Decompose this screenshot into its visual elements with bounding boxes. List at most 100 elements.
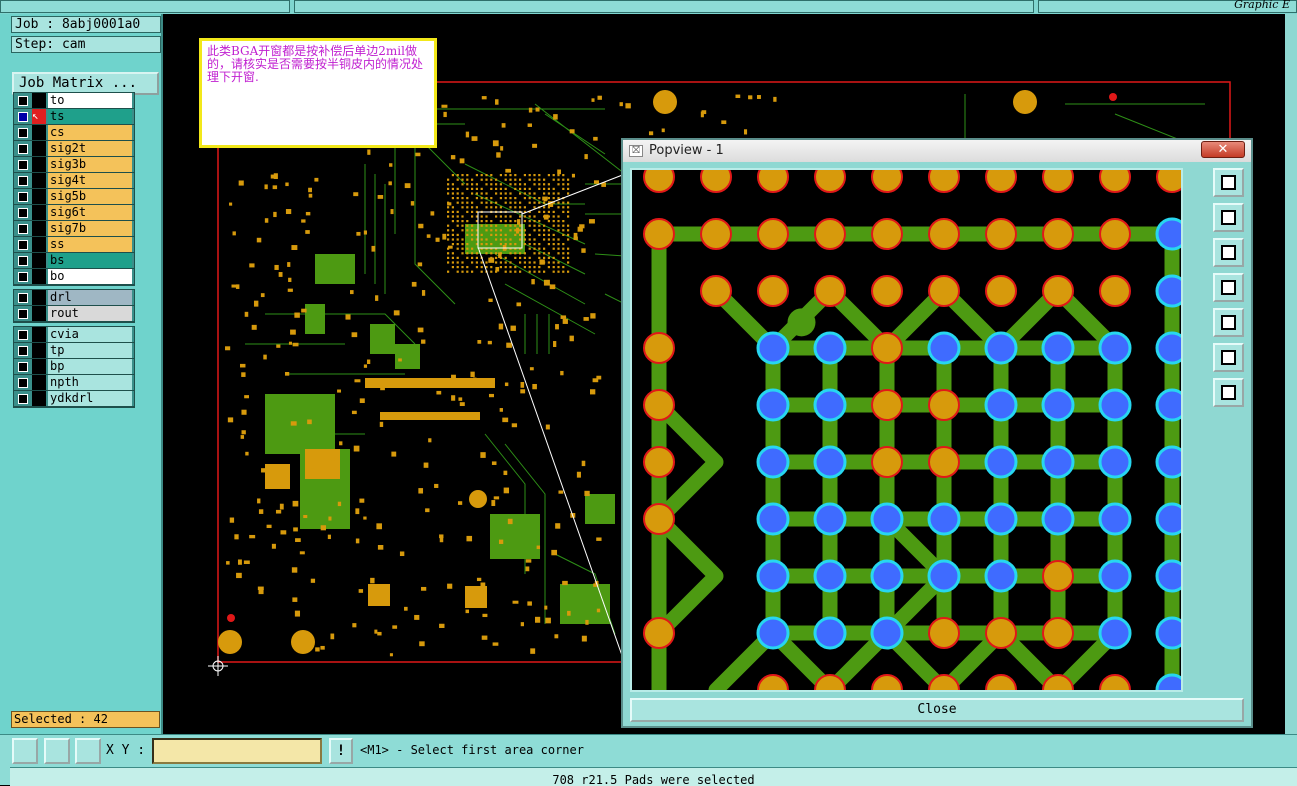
layer-affected-toggle[interactable] bbox=[32, 221, 46, 236]
origin-marker-icon bbox=[208, 656, 228, 676]
zoom-fit-icon-glyph bbox=[1221, 350, 1236, 365]
layer-checkbox[interactable] bbox=[18, 346, 28, 356]
layer-affected-toggle[interactable] bbox=[32, 189, 46, 204]
popview-window[interactable]: ⛝ Popview - 1 ✕ Close bbox=[621, 138, 1253, 728]
layer-checkbox[interactable] bbox=[18, 192, 28, 202]
pan-down-icon-glyph bbox=[1221, 245, 1236, 260]
measure-icon[interactable] bbox=[44, 738, 70, 764]
app-title-box: Graphic E bbox=[1038, 0, 1297, 13]
layer-affected-toggle[interactable] bbox=[32, 253, 46, 268]
layer-row[interactable]: bs bbox=[14, 253, 134, 269]
layer-checkbox[interactable] bbox=[18, 309, 28, 319]
layer-affected-toggle[interactable] bbox=[32, 327, 46, 342]
pan-left-icon[interactable] bbox=[1213, 273, 1244, 302]
layer-checkbox[interactable] bbox=[18, 208, 28, 218]
misc-layer-list: cvia tp bp npth ydkdrl bbox=[13, 326, 135, 408]
drill-layer-list: drl rout bbox=[13, 289, 135, 323]
layer-checkbox[interactable] bbox=[18, 256, 28, 266]
alert-button[interactable]: ! bbox=[329, 738, 353, 764]
layer-row[interactable]: sig3b bbox=[14, 157, 134, 173]
close-button[interactable]: Close bbox=[630, 698, 1244, 722]
layer-checkbox[interactable] bbox=[18, 160, 28, 170]
layer-checkbox[interactable] bbox=[18, 330, 28, 340]
layer-affected-toggle[interactable] bbox=[32, 269, 46, 284]
layer-affected-toggle[interactable]: ↖ bbox=[32, 109, 46, 124]
layer-affected-toggle[interactable] bbox=[32, 125, 46, 140]
review-note-text: 此类BGA开窗都是按补偿后单边2mil做的，请核实是否需要按半铜皮内的情况处理下… bbox=[207, 44, 424, 84]
layer-affected-toggle[interactable] bbox=[32, 375, 46, 390]
layer-affected-toggle[interactable] bbox=[32, 141, 46, 156]
popview-canvas[interactable] bbox=[630, 168, 1183, 692]
layer-name: npth bbox=[48, 375, 132, 390]
pan-right-icon[interactable] bbox=[1213, 308, 1244, 337]
layer-row[interactable]: cvia bbox=[14, 327, 134, 343]
layer-affected-toggle[interactable] bbox=[32, 343, 46, 358]
layer-name: sig5b bbox=[48, 189, 132, 204]
layer-name: ydkdrl bbox=[48, 391, 132, 406]
layer-row[interactable]: sig7b bbox=[14, 221, 134, 237]
layer-affected-toggle[interactable] bbox=[32, 306, 46, 321]
layer-row[interactable]: rout bbox=[14, 306, 134, 322]
window-icon: ⛝ bbox=[629, 145, 643, 157]
close-icon[interactable]: ✕ bbox=[1201, 141, 1245, 158]
toolbar-field[interactable] bbox=[294, 0, 1034, 13]
layer-row[interactable]: to bbox=[14, 93, 134, 109]
layer-checkbox[interactable] bbox=[18, 362, 28, 372]
layer-row[interactable]: sig2t bbox=[14, 141, 134, 157]
layer-row[interactable]: ydkdrl bbox=[14, 391, 134, 407]
layer-row[interactable]: drl bbox=[14, 290, 134, 306]
zoom-window-icon[interactable] bbox=[1213, 168, 1244, 197]
layer-checkbox[interactable] bbox=[18, 96, 28, 106]
toolbar-field[interactable] bbox=[0, 0, 290, 13]
layer-affected-toggle[interactable] bbox=[32, 359, 46, 374]
layer-row[interactable]: bp bbox=[14, 359, 134, 375]
layer-name: bs bbox=[48, 253, 132, 268]
popview-title-bar[interactable]: ⛝ Popview - 1 ✕ bbox=[623, 140, 1251, 162]
layer-row[interactable]: cs bbox=[14, 125, 134, 141]
layer-affected-toggle[interactable] bbox=[32, 157, 46, 172]
zoom-leader-line bbox=[521, 173, 626, 215]
pan-up-icon[interactable] bbox=[1213, 203, 1244, 232]
bottom-bar: X Y : ! <M1> - Select first area corner … bbox=[0, 734, 1297, 786]
layer-checkbox[interactable] bbox=[18, 378, 28, 388]
layer-row[interactable]: sig4t bbox=[14, 173, 134, 189]
bga-zoom-view[interactable] bbox=[632, 170, 1181, 690]
layer-row[interactable]: tp bbox=[14, 343, 134, 359]
layer-affected-toggle[interactable] bbox=[32, 93, 46, 108]
pan-down-icon[interactable] bbox=[1213, 238, 1244, 267]
layer-name: rout bbox=[48, 306, 132, 321]
layer-affected-toggle[interactable] bbox=[32, 205, 46, 220]
layer-name: ts bbox=[48, 109, 132, 124]
review-note: 此类BGA开窗都是按补偿后单边2mil做的，请核实是否需要按半铜皮内的情况处理下… bbox=[199, 38, 437, 148]
copper-fills bbox=[265, 224, 615, 624]
layer-row[interactable]: sig5b bbox=[14, 189, 134, 205]
grid-icon[interactable] bbox=[75, 738, 101, 764]
zoom-home-icon[interactable] bbox=[1213, 378, 1244, 407]
layer-row[interactable]: ss bbox=[14, 237, 134, 253]
layer-affected-toggle[interactable] bbox=[32, 237, 46, 252]
layer-checkbox[interactable] bbox=[18, 128, 28, 138]
zoom-fit-icon[interactable] bbox=[1213, 343, 1244, 372]
layer-row[interactable]: sig6t bbox=[14, 205, 134, 221]
layer-row[interactable]: npth bbox=[14, 375, 134, 391]
layer-affected-toggle[interactable] bbox=[32, 391, 46, 406]
fiducial bbox=[1109, 93, 1117, 101]
layer-checkbox[interactable] bbox=[18, 224, 28, 234]
layer-name: cvia bbox=[48, 327, 132, 342]
app-title: Graphic E bbox=[1234, 0, 1290, 11]
layer-row[interactable]: bo bbox=[14, 269, 134, 285]
snap-icon[interactable] bbox=[12, 738, 38, 764]
layer-affected-toggle[interactable] bbox=[32, 173, 46, 188]
layer-affected-toggle[interactable] bbox=[32, 290, 46, 305]
layer-row[interactable]: ↖ ts bbox=[14, 109, 134, 125]
message-bar: 708 r21.5 Pads were selected bbox=[10, 767, 1297, 786]
layer-checkbox[interactable] bbox=[18, 394, 28, 404]
layer-checkbox[interactable] bbox=[18, 293, 28, 303]
layer-checkbox[interactable] bbox=[18, 240, 28, 250]
xy-input[interactable] bbox=[152, 738, 322, 764]
layer-checkbox[interactable] bbox=[18, 272, 28, 282]
layer-checkbox[interactable] bbox=[18, 144, 28, 154]
layer-checkbox[interactable] bbox=[18, 112, 28, 122]
layer-checkbox[interactable] bbox=[18, 176, 28, 186]
layer-name: bo bbox=[48, 269, 132, 284]
